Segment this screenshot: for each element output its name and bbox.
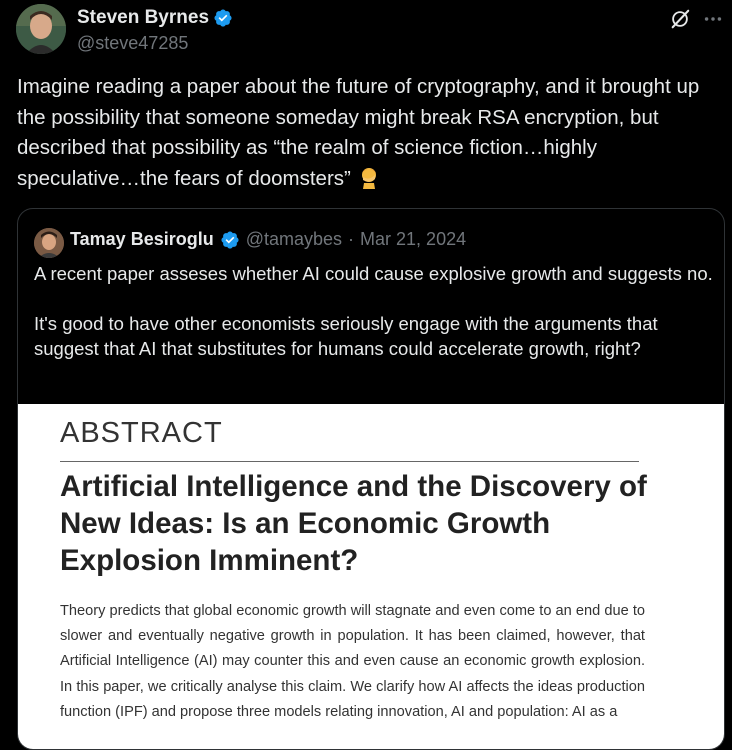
abstract-heading: ABSTRACT: [60, 417, 223, 449]
more-options-icon[interactable]: [702, 8, 724, 30]
paper-title: Artificial Intelligence and the Discover…: [60, 470, 647, 577]
avatar-photo: [16, 4, 66, 54]
quoted-author-avatar: [34, 228, 64, 258]
quoted-header: Tamay Besiroglu @tamaybes · Mar 21, 2024: [70, 229, 466, 250]
quoted-paragraph: It's good to have other economists serio…: [34, 313, 658, 359]
tweet-text-block: Imagine reading a paper about the future…: [17, 72, 725, 194]
author-name[interactable]: Steven Byrnes: [77, 7, 209, 29]
quoted-avatar-photo: [34, 228, 64, 258]
author-handle[interactable]: @steve47285: [77, 33, 188, 54]
verified-badge-icon: [214, 9, 232, 27]
abstract-divider: [60, 461, 639, 462]
paper-abstract-body: Theory predicts that global economic gro…: [60, 603, 645, 720]
quoted-paragraph: A recent paper asseses whether AI could …: [34, 263, 713, 284]
quoted-text: A recent paper asseses whether AI could …: [34, 261, 714, 361]
author-avatar[interactable]: [16, 4, 66, 54]
quoted-separator: ·: [348, 229, 355, 249]
quoted-media-image[interactable]: ABSTRACT Artificial Intelligence and the…: [18, 404, 724, 749]
quoted-author-name: Tamay Besiroglu: [70, 229, 214, 249]
quoted-date: Mar 21, 2024: [360, 229, 467, 249]
quoted-author-handle: @tamaybes: [245, 229, 343, 249]
author-name-row[interactable]: Steven Byrnes: [77, 7, 233, 29]
quoted-tweet[interactable]: Tamay Besiroglu @tamaybes · Mar 21, 2024…: [17, 208, 725, 750]
verified-badge-icon: [221, 230, 239, 249]
grok-icon[interactable]: [669, 8, 691, 30]
facepalm-emoji-icon: [361, 167, 376, 189]
